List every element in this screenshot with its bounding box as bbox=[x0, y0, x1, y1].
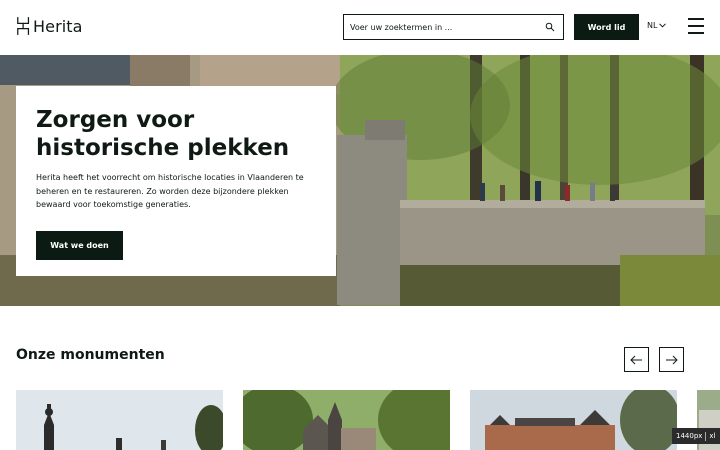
word-lid-button[interactable]: Word lid bbox=[574, 14, 639, 40]
language-label: NL bbox=[647, 21, 658, 30]
search-box[interactable] bbox=[343, 14, 564, 40]
logo[interactable]: Herita bbox=[16, 16, 83, 36]
logo-text: Herita bbox=[33, 16, 83, 36]
search-input[interactable] bbox=[344, 15, 534, 40]
monument-image bbox=[470, 390, 677, 450]
breakpoint-name: xl bbox=[709, 432, 716, 440]
chevron-down-icon bbox=[659, 23, 667, 28]
monument-image bbox=[16, 390, 223, 450]
breakpoint-divider bbox=[705, 431, 707, 441]
wat-we-doen-button[interactable]: Wat we doen bbox=[36, 231, 123, 260]
hamburger-menu-icon[interactable] bbox=[688, 18, 704, 36]
previous-button[interactable] bbox=[624, 347, 649, 372]
arrow-left-icon bbox=[630, 355, 642, 364]
herita-logo-icon bbox=[17, 17, 30, 35]
hero-title: Zorgen voor historische plekken bbox=[36, 106, 316, 162]
monument-card-2[interactable] bbox=[243, 390, 450, 450]
section-title: Onze monumenten bbox=[16, 347, 165, 363]
next-button[interactable] bbox=[659, 347, 684, 372]
breakpoint-badge: 1440px xl bbox=[672, 428, 720, 444]
breakpoint-size: 1440px bbox=[676, 432, 703, 440]
arrow-right-icon bbox=[666, 355, 678, 364]
search-icon[interactable] bbox=[545, 22, 555, 32]
monument-card-3[interactable] bbox=[470, 390, 677, 450]
monument-card-1[interactable] bbox=[16, 390, 223, 450]
language-selector[interactable]: NL bbox=[647, 21, 667, 30]
site-header: Herita Word lid NL bbox=[0, 0, 720, 55]
hero-title-line2: historische plekken bbox=[36, 135, 290, 161]
hero-description: Herita heeft het voorrecht om historisch… bbox=[36, 173, 304, 209]
hero-title-line1: Zorgen voor bbox=[36, 107, 195, 133]
monument-image bbox=[243, 390, 450, 450]
